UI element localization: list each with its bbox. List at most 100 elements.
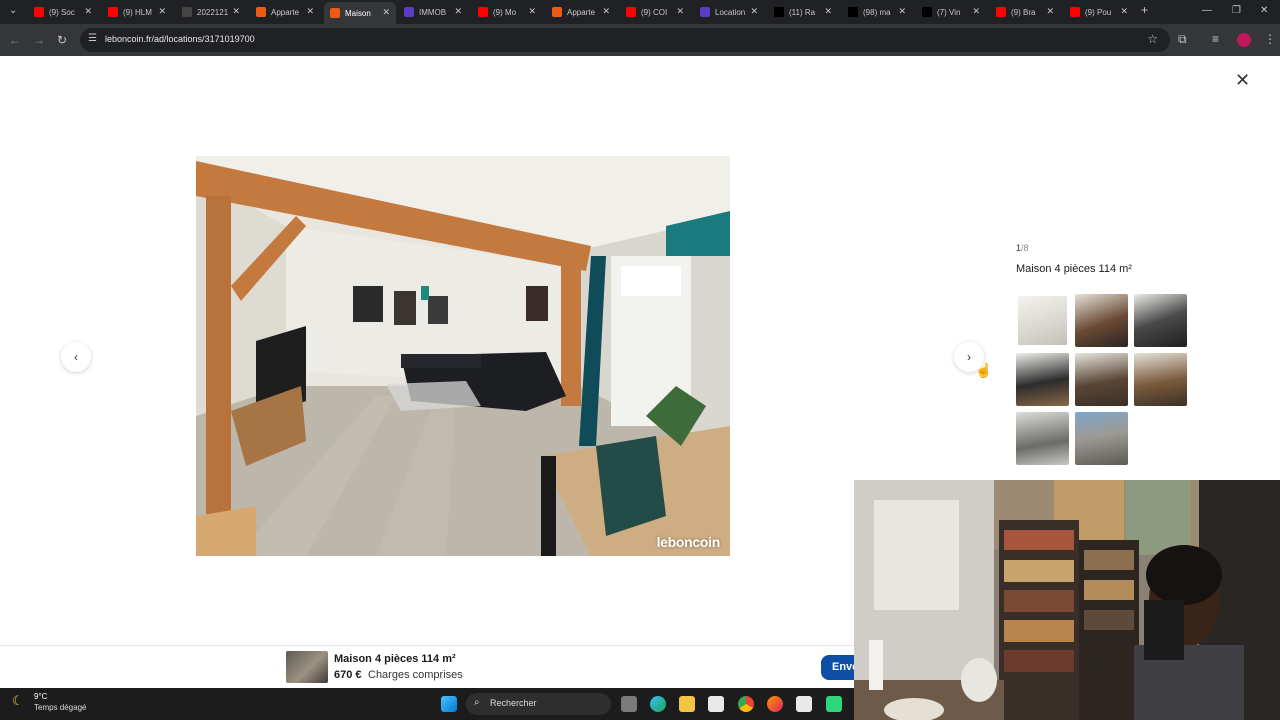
- minimize-button[interactable]: —: [1202, 5, 1212, 16]
- moon-icon: ☾: [12, 693, 24, 708]
- star-icon[interactable]: ☆: [1147, 32, 1158, 46]
- tab-10[interactable]: Location ✕: [700, 3, 758, 21]
- tab-6[interactable]: IMMOB ✕: [404, 3, 462, 21]
- tab-favicon-icon: [256, 7, 266, 17]
- new-tab-button[interactable]: +: [1141, 3, 1148, 17]
- counter-total: /8: [1021, 243, 1029, 253]
- url-text: leboncoin.fr/ad/locations/3171019700: [105, 34, 255, 44]
- tab-close-icon[interactable]: ✕: [158, 6, 166, 17]
- main-photo: leboncoin: [196, 156, 730, 556]
- tab-close-icon[interactable]: ✕: [528, 6, 536, 17]
- previous-photo-button[interactable]: ‹: [61, 342, 91, 372]
- tab-close-icon[interactable]: ✕: [898, 6, 906, 17]
- tab-15[interactable]: (9) Pou ✕: [1070, 3, 1128, 21]
- back-icon[interactable]: ←: [9, 33, 21, 47]
- thumbnail-6[interactable]: [1134, 353, 1187, 406]
- tab-close-icon[interactable]: ✕: [1046, 6, 1054, 17]
- thumbnail-2[interactable]: [1075, 294, 1128, 347]
- tab-close-icon[interactable]: ✕: [306, 6, 314, 17]
- tab-favicon-icon: [34, 7, 44, 17]
- browser-tab-strip: ⌄ (9) Soc ✕ (9) HLM ✕ 2022121 ✕ Apparte ✕ Maison…: [0, 0, 1280, 24]
- tab-2[interactable]: (9) HLM ✕: [108, 3, 166, 21]
- media-icon[interactable]: ≡: [1212, 32, 1219, 46]
- taskbar-search[interactable]: ⌕ Rechercher: [466, 693, 611, 715]
- thumbnail-8[interactable]: [1075, 412, 1128, 465]
- tab-favicon-icon: [552, 7, 562, 17]
- tab-label: (7) Vin: [937, 7, 961, 17]
- edge-icon[interactable]: [650, 696, 666, 712]
- tab-close-icon[interactable]: ✕: [232, 6, 240, 17]
- tab-12[interactable]: (98) ma ✕: [848, 3, 906, 21]
- tab-favicon-icon: [700, 7, 710, 17]
- thumbnail-4[interactable]: [1016, 353, 1069, 406]
- tab-label: IMMOB: [419, 7, 447, 17]
- tab-11[interactable]: (11) Ra ✕: [774, 3, 832, 21]
- close-icon[interactable]: ✕: [1235, 70, 1250, 91]
- tab-14[interactable]: (9) Bra ✕: [996, 3, 1054, 21]
- tab-favicon-icon: [774, 7, 784, 17]
- tab-label: Apparte: [271, 7, 300, 17]
- task-view-icon[interactable]: [621, 696, 637, 712]
- menu-icon[interactable]: ⋮: [1264, 32, 1276, 46]
- tab-label: Apparte: [567, 7, 596, 17]
- thumbnail-3[interactable]: [1134, 294, 1187, 347]
- thumbnail-1[interactable]: [1016, 294, 1069, 347]
- tab-favicon-icon: [626, 7, 636, 17]
- sticky-ad-title: Maison 4 pièces 114 m²: [334, 653, 456, 665]
- tab-favicon-icon: [404, 7, 414, 17]
- tab-favicon-icon: [330, 8, 340, 18]
- thumbnail-grid: [1016, 294, 1187, 465]
- tab-close-icon[interactable]: ✕: [824, 6, 832, 17]
- tab-1[interactable]: (9) Soc ✕: [34, 3, 92, 21]
- reload-icon[interactable]: ↻: [57, 33, 67, 47]
- tab-9[interactable]: (9) COI ✕: [626, 3, 684, 21]
- tab-search-icon[interactable]: ⌄: [9, 5, 17, 16]
- tab-close-icon[interactable]: ✕: [676, 6, 684, 17]
- obs-icon[interactable]: [826, 696, 842, 712]
- tab-8[interactable]: Apparte ✕: [552, 3, 610, 21]
- tab-3[interactable]: 2022121 ✕: [182, 3, 240, 21]
- chevron-left-icon: ‹: [74, 350, 78, 364]
- tab-close-icon[interactable]: ✕: [750, 6, 758, 17]
- file-explorer-icon[interactable]: [679, 696, 695, 712]
- site-info-icon[interactable]: ☰: [88, 33, 97, 44]
- leboncoin-watermark: leboncoin: [656, 534, 721, 550]
- window-close-button[interactable]: ✕: [1260, 5, 1268, 16]
- tab-label: (9) Mo: [493, 7, 517, 17]
- browser-toolbar: ← → ↻ ☰ leboncoin.fr/ad/locations/317101…: [0, 24, 1280, 56]
- tab-label: (9) HLM: [123, 7, 152, 17]
- taskbar-search-label: Rechercher: [490, 698, 537, 708]
- tab-close-icon[interactable]: ✕: [454, 6, 462, 17]
- app-icon[interactable]: [796, 696, 812, 712]
- tab-favicon-icon: [922, 7, 932, 17]
- thumbnail-5[interactable]: [1075, 353, 1128, 406]
- address-bar[interactable]: ☰ leboncoin.fr/ad/locations/3171019700 ☆: [80, 28, 1170, 52]
- sticky-ad-thumbnail: [286, 651, 328, 683]
- profile-avatar[interactable]: [1237, 33, 1251, 47]
- tab-label: Maison: [345, 8, 371, 18]
- firefox-icon[interactable]: [767, 696, 783, 712]
- tab-label: (9) Bra: [1011, 7, 1036, 17]
- forward-icon[interactable]: →: [33, 33, 45, 47]
- tab-close-icon[interactable]: ✕: [972, 6, 980, 17]
- restore-button[interactable]: ❐: [1232, 5, 1241, 16]
- tab-4[interactable]: Apparte ✕: [256, 3, 314, 21]
- tab-favicon-icon: [182, 7, 192, 17]
- windows-icon[interactable]: [441, 696, 457, 712]
- webcam-feed: [854, 480, 1280, 720]
- tab-label: (98) ma: [863, 7, 891, 17]
- chrome-icon[interactable]: [738, 696, 754, 712]
- sticky-ad-charges: Charges comprises: [368, 669, 463, 681]
- thumbnail-7[interactable]: [1016, 412, 1069, 465]
- store-icon[interactable]: [708, 696, 724, 712]
- tab-close-icon[interactable]: ✕: [1120, 6, 1128, 17]
- tab-5[interactable]: Maison ✕: [324, 2, 396, 24]
- tab-close-icon[interactable]: ✕: [84, 6, 92, 17]
- extensions-icon[interactable]: ⧉: [1178, 32, 1187, 47]
- tab-close-icon[interactable]: ✕: [602, 6, 610, 17]
- tab-close-icon[interactable]: ✕: [382, 7, 390, 18]
- tab-7[interactable]: (9) Mo ✕: [478, 3, 536, 21]
- tab-label: Location: [715, 7, 746, 17]
- tab-favicon-icon: [996, 7, 1006, 17]
- tab-13[interactable]: (7) Vin ✕: [922, 3, 980, 21]
